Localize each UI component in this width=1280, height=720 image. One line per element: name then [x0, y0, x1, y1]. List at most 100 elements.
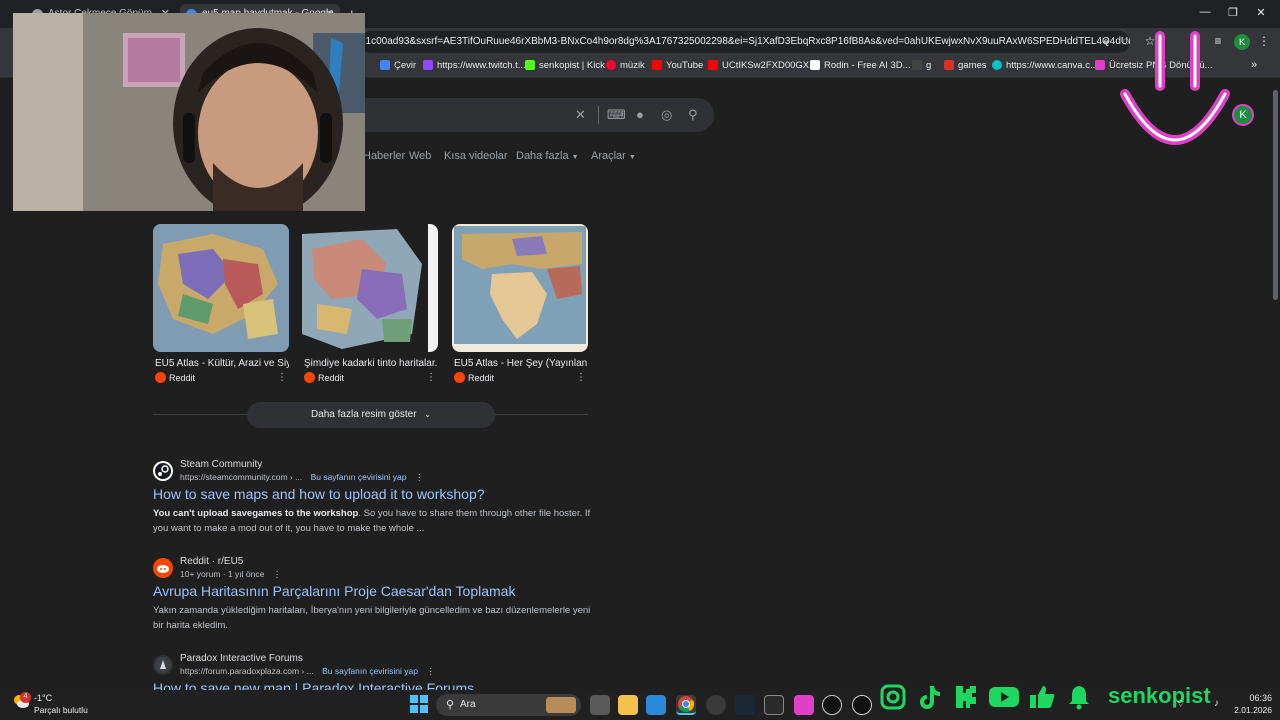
result-url-text: https://steamcommunity.com › ...	[180, 472, 303, 482]
discord-icon[interactable]	[706, 695, 726, 715]
bookmark-label: g	[926, 60, 932, 71]
bookmark-label: Rodin - Free AI 3D...	[824, 60, 911, 71]
more-options-icon[interactable]: ⋮	[277, 372, 287, 383]
more-bookmarks-icon[interactable]: »	[1251, 59, 1257, 71]
result-url[interactable]: https://forum.paradoxplaza.com › ... Bu …	[180, 666, 435, 677]
map-thumbnail[interactable]	[452, 224, 588, 352]
twitch-icon	[423, 60, 433, 70]
chevron-down-icon: ⌄	[424, 410, 432, 419]
youtube-icon	[652, 60, 662, 70]
bell-icon	[1066, 684, 1092, 710]
search-icon[interactable]: ⚲	[688, 107, 698, 123]
bookmark-games[interactable]: games	[944, 60, 987, 71]
close-window-button[interactable]: ✕	[1252, 6, 1270, 19]
windows-start-icon[interactable]	[410, 695, 428, 713]
result-url-text: https://forum.paradoxplaza.com › ...	[180, 666, 314, 676]
map-thumbnail[interactable]	[302, 224, 438, 352]
result-title[interactable]: Avrupa Haritasının Parçalarını Proje Cae…	[153, 583, 515, 599]
image-title[interactable]: EU5 Atlas - Kültür, Arazi ve Siy...	[155, 358, 289, 369]
clock-date[interactable]: 2.01.2026	[1226, 705, 1272, 715]
bookmark-cevir[interactable]: Çevir	[380, 60, 416, 71]
result-title[interactable]: How to save maps and how to upload it to…	[153, 486, 485, 502]
image-source: Reddit	[318, 373, 345, 383]
bookmark-canva[interactable]: https://www.canva.c...	[992, 60, 1098, 71]
bookmark-muzik[interactable]: müzik	[606, 60, 645, 71]
tab-web[interactable]: Web	[409, 150, 431, 162]
result-url[interactable]: https://steamcommunity.com › ... Bu sayf…	[180, 472, 423, 483]
image-source: Reddit	[169, 373, 196, 383]
result-title[interactable]: How to save new map | Paradox Interactiv…	[153, 680, 573, 690]
tab-label: Daha fazla	[516, 150, 569, 162]
kick-icon	[525, 60, 535, 70]
minimize-button[interactable]: —	[1196, 6, 1214, 18]
mic-icon[interactable]: ●	[636, 107, 644, 122]
thumbs-up-icon	[1028, 684, 1056, 710]
restore-button[interactable]: ❐	[1224, 6, 1242, 19]
caret-down-icon: ▼	[628, 154, 636, 161]
bookmark-rodin[interactable]: Rodin - Free AI 3D...	[810, 60, 911, 71]
more-options-icon[interactable]: ⋮	[576, 372, 586, 383]
clock-time[interactable]: 06:36	[1236, 693, 1272, 703]
result-site[interactable]: Steam Community	[180, 459, 262, 470]
reddit-icon	[304, 372, 315, 383]
k-icon	[912, 60, 922, 70]
webcam-overlay	[13, 13, 365, 211]
map-thumbnail[interactable]	[153, 224, 289, 352]
keyboard-icon[interactable]: ⌨	[607, 107, 626, 123]
kick-icon	[954, 684, 978, 710]
translate-link[interactable]: Bu sayfanın çevirisini yap	[322, 666, 418, 676]
bookmark-youtube[interactable]: YouTube	[652, 60, 703, 71]
tab-haberler[interactable]: Haberler	[363, 150, 405, 162]
unreal-icon[interactable]	[822, 695, 842, 715]
translate-link[interactable]: Bu sayfanın çevirisini yap	[311, 472, 407, 482]
tab-daha-fazla[interactable]: Daha fazla ▼	[516, 150, 579, 162]
search-input[interactable]	[340, 98, 714, 132]
more-options-icon[interactable]: ⋮	[415, 472, 424, 482]
image-title[interactable]: Şimdiye kadarki tinto haritalar...	[304, 358, 438, 369]
volume-icon[interactable]: ♪	[1214, 698, 1219, 709]
task-view-icon[interactable]	[590, 695, 610, 715]
network-icon[interactable]: ⌔	[1176, 698, 1185, 711]
bookmark-g[interactable]: g	[912, 60, 931, 71]
bookmark-twitch[interactable]: https://www.twitch.t...	[423, 60, 526, 71]
account-avatar[interactable]: K	[1232, 104, 1254, 126]
address-bar[interactable]: 61c00ad93&sxsrf=AE3TifOuRuue46rXBbM3-BNx…	[360, 31, 1130, 53]
bookmark-label: https://www.canva.c...	[1006, 60, 1098, 71]
file-explorer-icon[interactable]	[618, 695, 638, 715]
weather-temp[interactable]: -1°C	[34, 693, 52, 703]
app-icon[interactable]	[794, 695, 814, 715]
bookmark-label: games	[958, 60, 987, 71]
tab-kisa-videolar[interactable]: Kısa videolar	[444, 150, 508, 162]
more-options-icon[interactable]: ⋮	[426, 666, 435, 676]
steam-icon[interactable]	[735, 695, 755, 715]
epic-games-icon[interactable]	[764, 695, 784, 715]
unreal-icon[interactable]	[852, 695, 872, 715]
bookmark-kick[interactable]: senkopist | Kick	[525, 60, 605, 71]
more-images-button[interactable]: Daha fazla resim göster ⌄	[247, 402, 495, 428]
result-site[interactable]: Paradox Interactive Forums	[180, 653, 303, 664]
paradox-icon	[153, 655, 173, 675]
result-snippet: You can't upload savegames to the worksh…	[153, 506, 593, 536]
location-icon[interactable]: ⌖	[1098, 34, 1114, 50]
divider	[598, 106, 599, 124]
profile-avatar[interactable]: K	[1234, 34, 1250, 50]
result-meta-text: 10+ yorum · 1 yıl önce	[180, 569, 265, 579]
more-options-icon[interactable]: ⋮	[426, 372, 436, 383]
clear-icon[interactable]: ✕	[575, 107, 586, 123]
weather-desc[interactable]: Parçalı bulutlu	[34, 705, 88, 715]
image-title[interactable]: EU5 Atlas - Her Şey (Yayınlan...	[454, 358, 588, 369]
menu-icon[interactable]: ⋮	[1256, 34, 1272, 50]
tab-araclar[interactable]: Araçlar ▼	[591, 150, 636, 162]
taskbar-search-placeholder: Ara	[460, 699, 476, 710]
result-site[interactable]: Reddit · r/EU5	[180, 556, 243, 567]
chrome-icon[interactable]	[676, 695, 696, 715]
lens-icon[interactable]: ◎	[661, 107, 672, 123]
more-options-icon[interactable]: ⋮	[273, 569, 282, 579]
taskbar-search[interactable]: ⚲ Ara	[436, 694, 581, 716]
scrollbar[interactable]	[1270, 80, 1280, 690]
games-icon	[944, 60, 954, 70]
result-title-clip: How to save new map | Paradox Interactiv…	[153, 680, 573, 690]
store-icon[interactable]	[646, 695, 666, 715]
bookmark-channel[interactable]: UCtIKSw2FXD00GX...	[708, 60, 817, 71]
scrollbar-thumb[interactable]	[1273, 90, 1278, 300]
